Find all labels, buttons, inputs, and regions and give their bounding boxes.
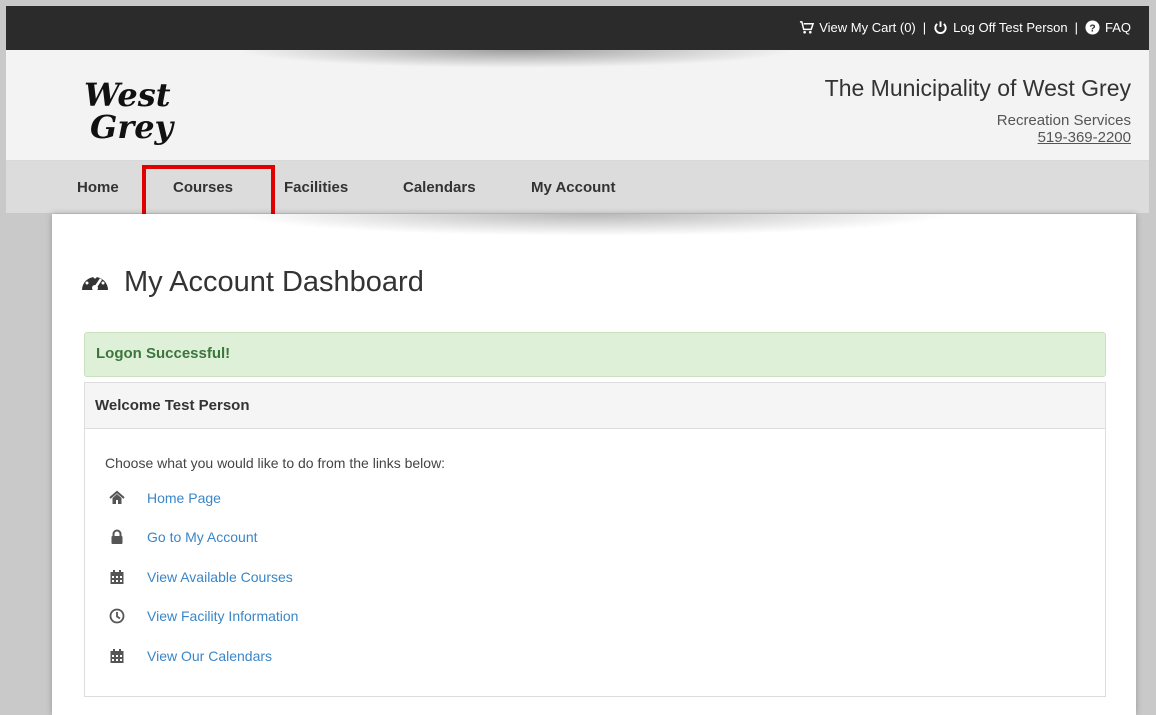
faq-link[interactable]: FAQ	[1105, 20, 1131, 35]
page-title: My Account Dashboard	[80, 266, 424, 299]
log-off-link[interactable]: Log Off Test Person	[953, 20, 1067, 35]
nav-calendars[interactable]: Calendars	[403, 179, 476, 196]
site-header: West Grey The Municipality of West Grey …	[6, 50, 1149, 161]
calendar-icon	[110, 570, 124, 584]
link-label[interactable]: View Available Courses	[147, 569, 293, 585]
logo-text-grey: Grey	[90, 108, 176, 146]
utility-links: View My Cart (0) | Log Off Test Person |…	[799, 20, 1131, 35]
content-card: My Account Dashboard Logon Successful! W…	[52, 214, 1136, 715]
organization-info: The Municipality of West Grey Recreation…	[825, 75, 1131, 146]
nav-courses[interactable]: Courses	[173, 179, 233, 196]
power-icon	[934, 21, 947, 34]
cart-icon	[800, 21, 815, 34]
phone-link[interactable]: 519-369-2200	[825, 129, 1131, 146]
panel-title: Welcome Test Person	[95, 397, 250, 414]
nav-home[interactable]: Home	[77, 179, 119, 196]
separator: |	[1074, 20, 1078, 35]
link-label[interactable]: Home Page	[147, 490, 221, 506]
link-label[interactable]: View Facility Information	[147, 608, 298, 624]
svg-text:?: ?	[1089, 23, 1095, 34]
page-title-text: My Account Dashboard	[124, 266, 424, 298]
organization-name: The Municipality of West Grey	[824, 75, 1131, 101]
question-circle-icon: ?	[1085, 20, 1100, 35]
main-nav: Home Courses Facilities Calendars My Acc…	[6, 161, 1149, 226]
nav-my-account[interactable]: My Account	[531, 179, 615, 196]
link-my-account[interactable]: Go to My Account	[109, 529, 258, 545]
link-available-courses[interactable]: View Available Courses	[109, 569, 293, 585]
success-alert: Logon Successful!	[84, 332, 1106, 377]
dashboard-icon	[82, 275, 108, 291]
welcome-panel: Welcome Test Person Choose what you woul…	[84, 382, 1106, 697]
alert-text: Logon Successful!	[96, 345, 231, 362]
nav-facilities[interactable]: Facilities	[284, 179, 348, 196]
panel-heading: Welcome Test Person	[85, 383, 1105, 429]
link-label[interactable]: View Our Calendars	[147, 648, 272, 664]
calendar-icon	[110, 649, 124, 663]
department-name: Recreation Services	[996, 112, 1131, 129]
separator: |	[922, 20, 927, 35]
link-label[interactable]: Go to My Account	[147, 529, 258, 545]
intro-text: Choose what you would like to do from th…	[105, 455, 446, 471]
header-shadow	[236, 50, 796, 68]
link-home-page[interactable]: Home Page	[109, 490, 221, 506]
home-icon	[109, 490, 125, 504]
lock-icon	[111, 529, 123, 544]
clock-icon	[109, 608, 125, 624]
west-grey-logo[interactable]: West Grey	[76, 70, 186, 150]
link-facility-information[interactable]: View Facility Information	[109, 608, 298, 624]
view-cart-link[interactable]: View My Cart (0)	[819, 20, 916, 35]
card-shadow	[232, 214, 952, 236]
link-our-calendars[interactable]: View Our Calendars	[109, 648, 272, 664]
top-utility-bar: View My Cart (0) | Log Off Test Person |…	[6, 6, 1149, 50]
